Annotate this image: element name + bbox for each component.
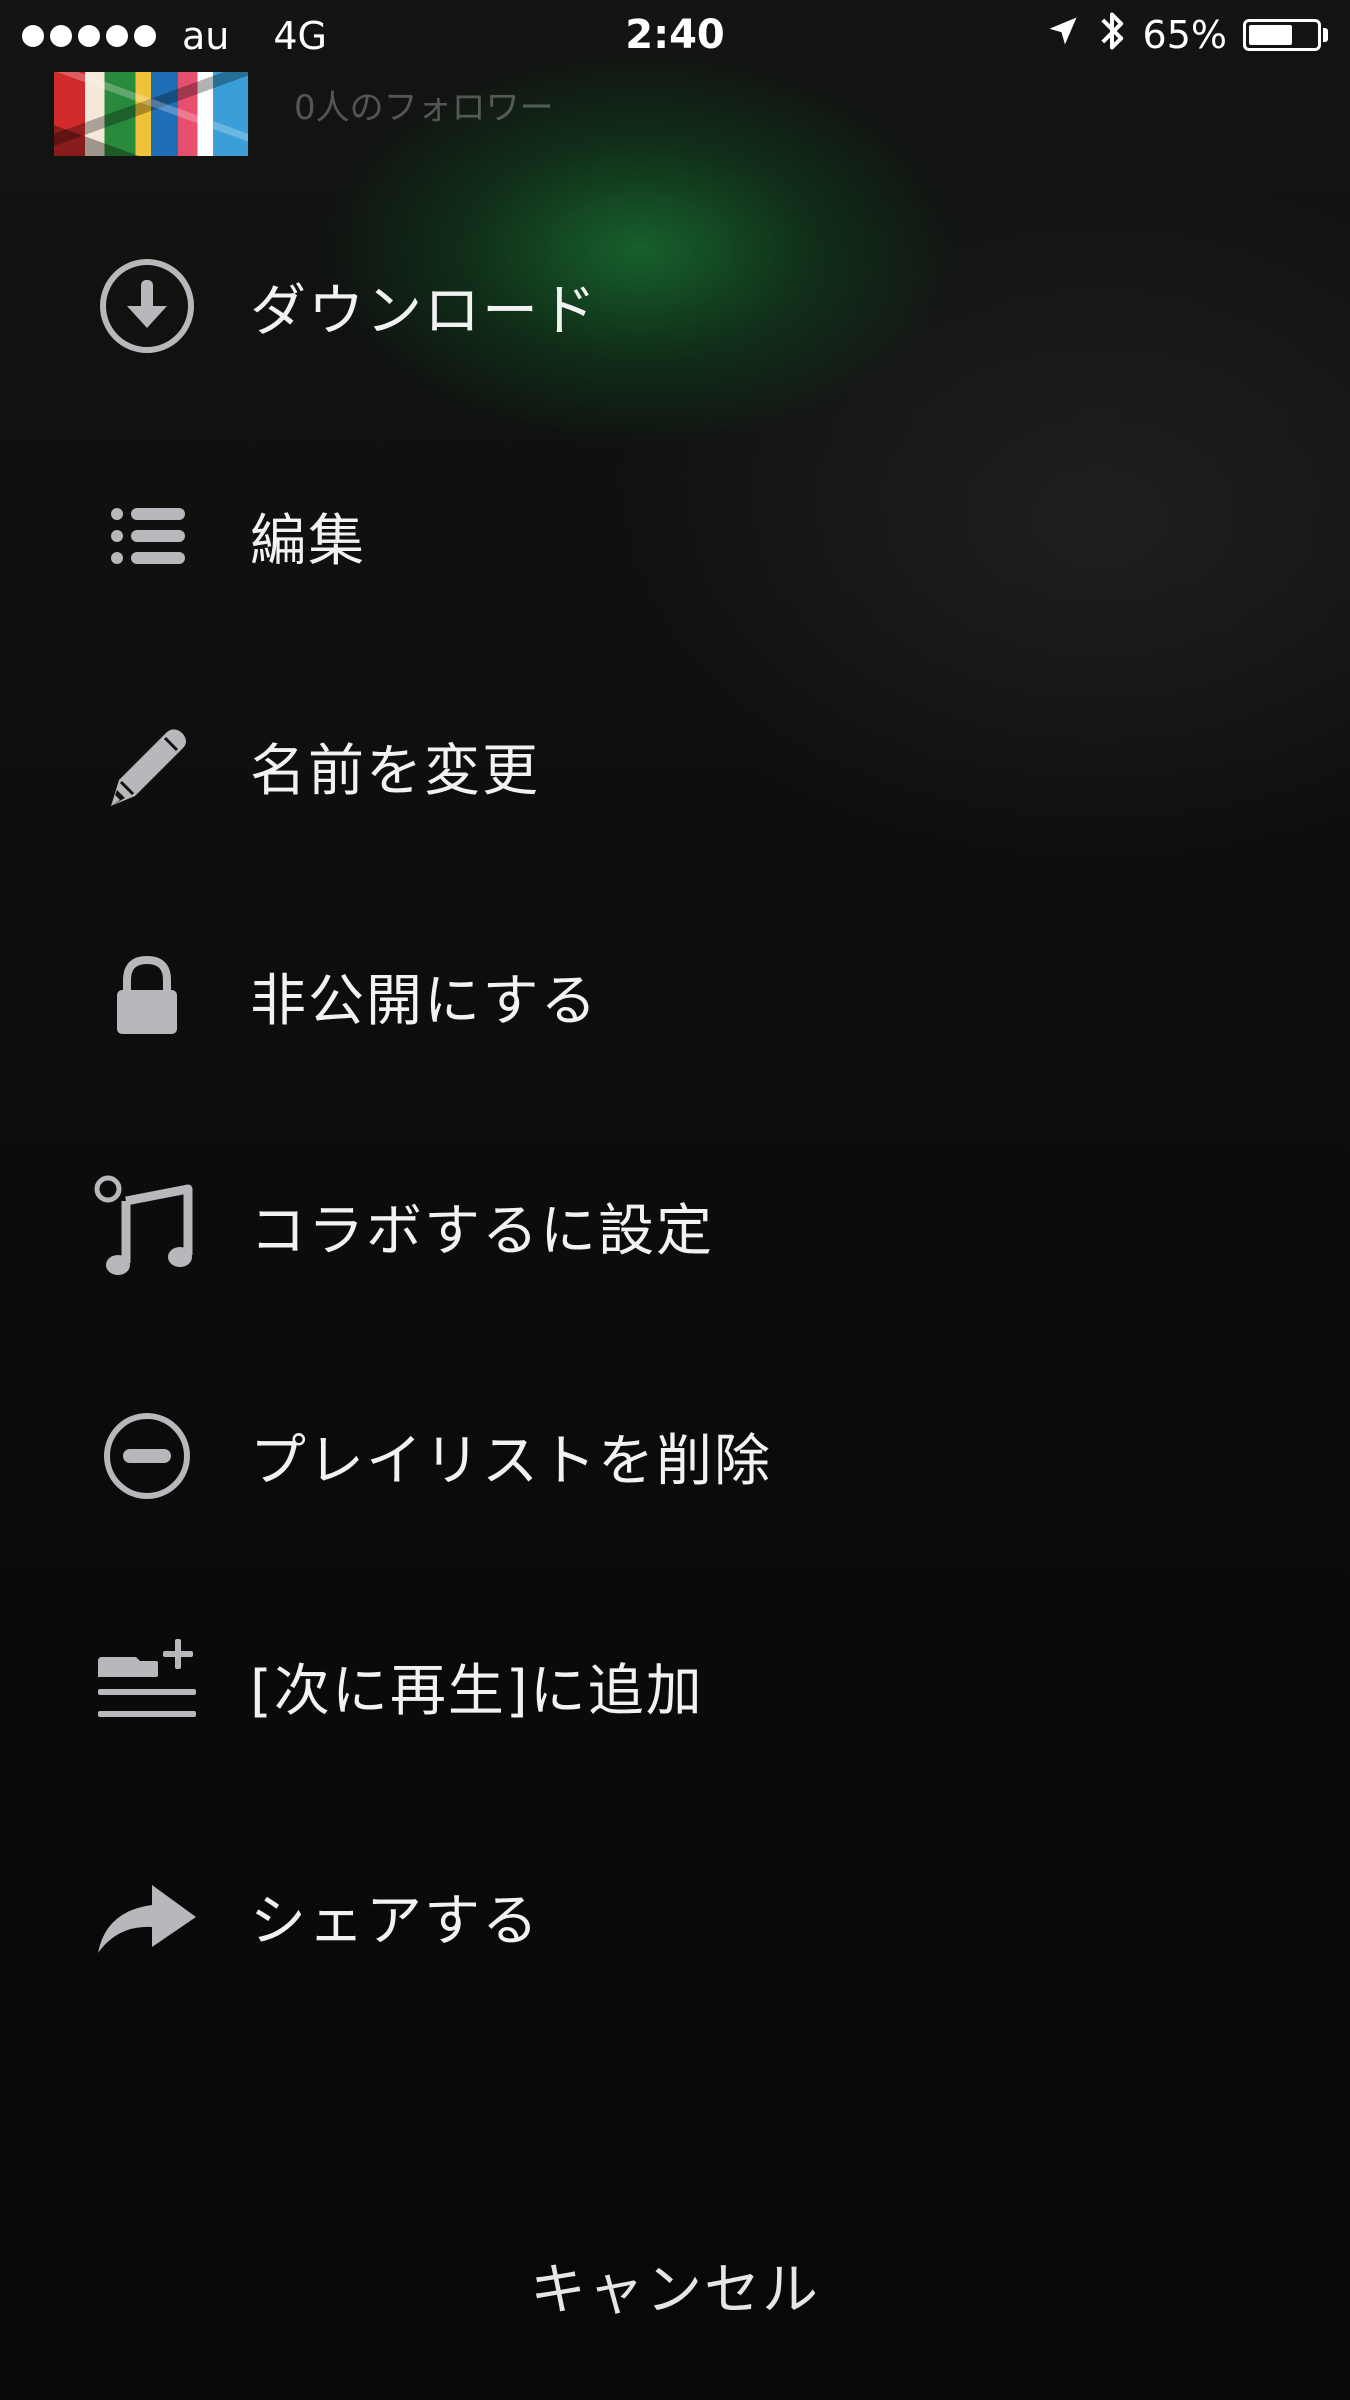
followers-count: 0人のフォロワー <box>294 88 554 128</box>
menu-item-add-to-queue[interactable]: [次に再生]に追加 <box>0 1601 1350 1771</box>
menu-item-label: コラボするに設定 <box>250 1198 714 1264</box>
playlist-cover-art <box>54 72 248 156</box>
menu-item-make-collaborative[interactable]: コラボするに設定 <box>0 1141 1350 1311</box>
menu-item-share[interactable]: シェアする <box>0 1831 1350 2001</box>
battery-fill <box>1249 25 1292 45</box>
menu-item-delete-playlist[interactable]: プレイリストを削除 <box>0 1371 1350 1541</box>
share-icon <box>86 1855 208 1977</box>
download-icon <box>86 245 208 367</box>
menu-item-label: シェアする <box>250 1888 540 1954</box>
bluetooth-icon <box>1097 9 1127 62</box>
menu-item-label: [次に再生]に追加 <box>250 1658 704 1724</box>
menu-item-rename[interactable]: 名前を変更 <box>0 681 1350 851</box>
cancel-button[interactable]: キャンセル <box>0 2230 1350 2340</box>
menu-item-label: 名前を変更 <box>250 738 540 804</box>
lock-icon <box>86 935 208 1057</box>
location-arrow-icon <box>1045 13 1081 58</box>
battery-percent: 65% <box>1142 13 1227 57</box>
list-icon <box>86 475 208 597</box>
pencil-icon <box>86 705 208 827</box>
menu-item-label: プレイリストを削除 <box>250 1428 772 1494</box>
battery-nub <box>1323 28 1328 42</box>
battery-icon <box>1243 19 1321 51</box>
status-bar: au 4G 2:40 65% <box>0 0 1350 72</box>
menu-item-label: ダウンロード <box>250 278 598 344</box>
menu-item-download[interactable]: ダウンロード <box>0 221 1350 391</box>
status-right: 65% <box>1045 10 1328 60</box>
menu-item-label: 非公開にする <box>250 968 599 1034</box>
menu-item-edit[interactable]: 編集 <box>0 451 1350 621</box>
menu-item-make-private[interactable]: 非公開にする <box>0 911 1350 1081</box>
add-to-queue-icon <box>86 1625 208 1747</box>
minus-circle-icon <box>86 1395 208 1517</box>
collaborative-music-icon <box>86 1165 208 1287</box>
menu-item-label: 編集 <box>250 508 366 574</box>
